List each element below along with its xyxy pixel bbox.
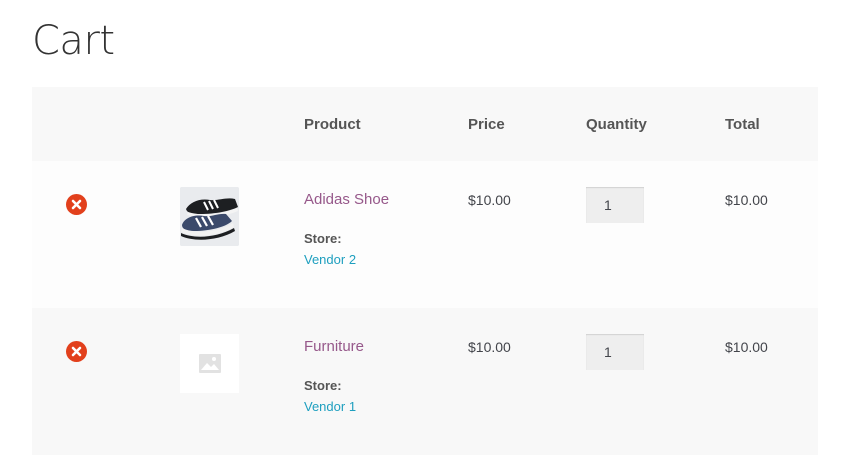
- product-price: $10.00: [468, 192, 511, 208]
- quantity-input[interactable]: [586, 187, 644, 223]
- product-thumbnail[interactable]: [180, 187, 239, 246]
- product-thumbnail[interactable]: [180, 334, 239, 393]
- cart-table: Product Price Quantity Total Adidas Shoe…: [32, 87, 818, 455]
- header-price: Price: [468, 116, 505, 133]
- remove-item-button[interactable]: [66, 194, 87, 215]
- store-label: Store:: [304, 231, 342, 246]
- product-name-link[interactable]: Adidas Shoe: [304, 191, 389, 208]
- page-title: Cart: [32, 18, 115, 64]
- product-name-link[interactable]: Furniture: [304, 338, 364, 355]
- vendor-link[interactable]: Vendor 2: [304, 252, 356, 267]
- header-total: Total: [725, 116, 760, 133]
- table-header: Product Price Quantity Total: [32, 87, 818, 161]
- cart-item-row: Furniture Store: Vendor 1 $10.00 $10.00: [32, 308, 818, 455]
- quantity-input[interactable]: [586, 334, 644, 370]
- product-subtotal: $10.00: [725, 339, 768, 355]
- product-subtotal: $10.00: [725, 192, 768, 208]
- close-icon: [71, 346, 82, 357]
- vendor-link[interactable]: Vendor 1: [304, 399, 356, 414]
- shoe-image: [180, 187, 239, 246]
- store-label: Store:: [304, 378, 342, 393]
- close-icon: [71, 199, 82, 210]
- cart-item-row: Adidas Shoe Store: Vendor 2 $10.00 $10.0…: [32, 161, 818, 308]
- image-placeholder-icon: [180, 334, 239, 393]
- remove-item-button[interactable]: [66, 341, 87, 362]
- header-quantity: Quantity: [586, 116, 647, 133]
- product-price: $10.00: [468, 339, 511, 355]
- header-product: Product: [304, 116, 361, 133]
